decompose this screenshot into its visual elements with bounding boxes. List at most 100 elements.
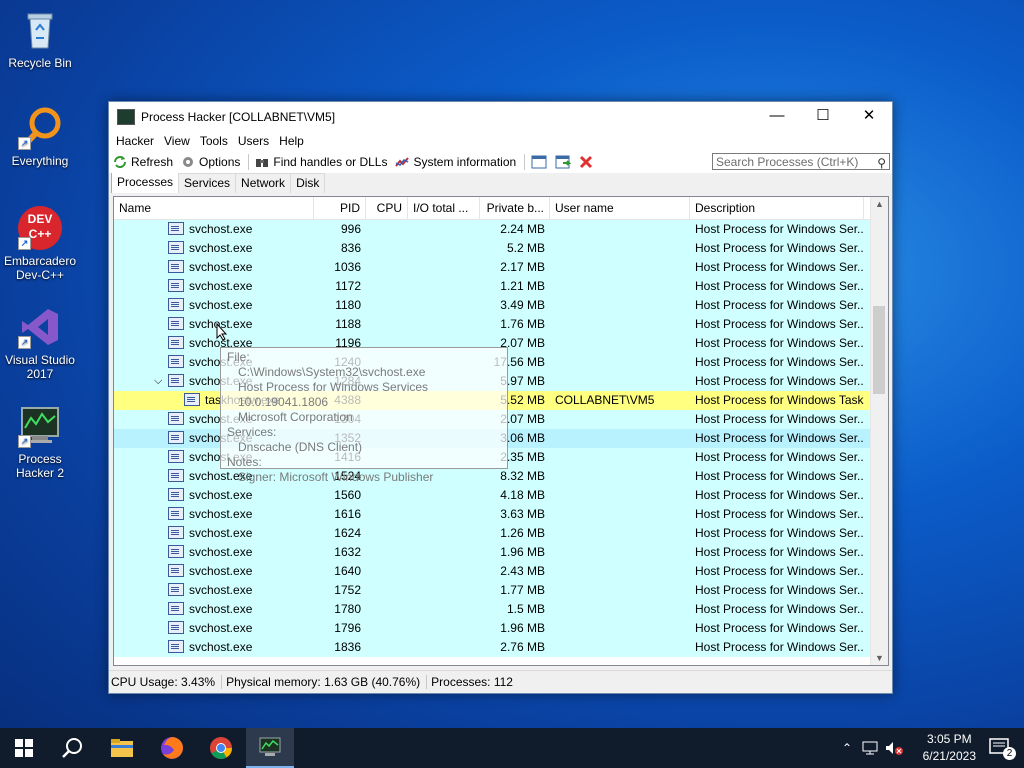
desktop-icon-visual-studio[interactable]: ↗ Visual Studio 2017: [0, 305, 80, 381]
scroll-down-icon[interactable]: ▼: [871, 653, 888, 663]
taskbar-chrome[interactable]: [197, 728, 245, 768]
options-button[interactable]: Options: [181, 155, 240, 169]
minimize-button[interactable]: —: [754, 102, 800, 131]
title-bar[interactable]: Process Hacker [COLLABNET\VM5] — ☐ ✕: [109, 102, 892, 131]
menu-tools[interactable]: Tools: [195, 134, 233, 148]
column-description[interactable]: Description: [690, 197, 864, 219]
system-information-button[interactable]: System information: [395, 155, 516, 169]
system-clock[interactable]: 3:05 PM 6/21/2023: [923, 731, 976, 765]
find-handles-button[interactable]: Find handles or DLLs: [255, 155, 387, 169]
menu-hacker[interactable]: Hacker: [111, 134, 159, 148]
devcpp-icon-text: DEV C++: [27, 212, 53, 241]
maximize-button[interactable]: ☐: [800, 102, 846, 131]
io-total-cell: [408, 638, 480, 657]
network-icon[interactable]: [860, 728, 882, 768]
menu-users[interactable]: Users: [233, 134, 274, 148]
table-row[interactable]: svchost.exe 1180 3.49 MB Host Process for W…: [114, 296, 871, 315]
search-placeholder: Search Processes (Ctrl+K): [716, 155, 859, 169]
private-bytes-cell: 3.49 MB: [500, 298, 545, 312]
menu-help[interactable]: Help: [274, 134, 309, 148]
user-name-cell: [550, 505, 690, 524]
table-row[interactable]: svchost.exe 1632 1.96 MB Host Process for W…: [114, 543, 871, 562]
table-row[interactable]: svchost.exe 1560 4.18 MB Host Process for W…: [114, 486, 871, 505]
table-row[interactable]: svchost.exe 1036 2.17 MB Host Process for W…: [114, 258, 871, 277]
folder-icon: [111, 739, 133, 757]
open-window-icon[interactable]: [555, 155, 572, 169]
taskbar-process-hacker[interactable]: [246, 728, 294, 768]
process-icon: [168, 298, 184, 311]
refresh-button[interactable]: Refresh: [113, 155, 173, 169]
taskbar-firefox[interactable]: [148, 728, 196, 768]
tooltip-file-path: C:\Windows\System32\svchost.exe: [238, 365, 426, 379]
table-row[interactable]: svchost.exe 996 2.24 MB Host Process for Wi…: [114, 220, 871, 239]
cpu-cell: [366, 315, 408, 334]
cpu-cell: [366, 581, 408, 600]
user-name-cell: [550, 543, 690, 562]
tab-processes[interactable]: Processes: [111, 172, 180, 193]
process-name: svchost.exe: [189, 488, 253, 502]
process-icon: [168, 412, 184, 425]
tab-network[interactable]: Network: [235, 173, 292, 193]
pid-cell: 836: [340, 241, 361, 255]
user-name-cell: [550, 638, 690, 657]
start-button[interactable]: [0, 728, 48, 768]
process-icon: [168, 450, 184, 463]
taskbar-search-button[interactable]: [48, 728, 96, 768]
user-name-cell: [550, 467, 690, 486]
scrollbar-thumb[interactable]: [873, 306, 885, 394]
show-hidden-icons-chevron-icon[interactable]: ⌃: [838, 728, 856, 768]
process-icon: [168, 564, 184, 577]
description-cell: Host Process for Windows Ser...: [695, 431, 864, 445]
process-name: svchost.exe: [189, 640, 253, 654]
pid-cell: 1640: [334, 564, 361, 578]
process-name-cell: svchost.exe: [114, 524, 314, 543]
cpu-cell: [366, 638, 408, 657]
table-row[interactable]: svchost.exe 1752 1.77 MB Host Process for W…: [114, 581, 871, 600]
desktop-icon-recycle-bin[interactable]: Recycle Bin: [0, 8, 80, 70]
description-cell: Host Process for Windows Ser...: [695, 621, 864, 635]
table-row[interactable]: svchost.exe 1640 2.43 MB Host Process for W…: [114, 562, 871, 581]
taskbar-file-explorer[interactable]: [98, 728, 146, 768]
menu-view[interactable]: View: [159, 134, 195, 148]
search-processes-input[interactable]: Search Processes (Ctrl+K) ⚲: [712, 153, 890, 170]
terminate-icon[interactable]: [579, 155, 593, 169]
table-row[interactable]: svchost.exe 1616 3.63 MB Host Process for W…: [114, 505, 871, 524]
column-pid[interactable]: PID: [314, 197, 366, 219]
vertical-scrollbar[interactable]: ▲ ▼: [870, 197, 888, 665]
find-handles-label: Find handles or DLLs: [273, 155, 388, 169]
process-name: svchost.exe: [189, 583, 253, 597]
private-bytes-cell: 1.76 MB: [500, 317, 545, 331]
column-user-name[interactable]: User name: [550, 197, 690, 219]
notification-center-button[interactable]: 2: [976, 728, 1024, 768]
cpu-cell: [366, 505, 408, 524]
tab-services[interactable]: Services: [178, 173, 237, 193]
visual-studio-icon: ↗: [18, 305, 62, 349]
column-name[interactable]: Name: [114, 197, 314, 219]
io-total-cell: [408, 239, 480, 258]
desktop-icon-process-hacker[interactable]: ↗ Process Hacker 2: [0, 404, 80, 480]
scroll-up-icon[interactable]: ▲: [871, 199, 888, 209]
process-name-cell: svchost.exe: [114, 562, 314, 581]
desktop-icon-devcpp[interactable]: DEV C++ ↗ Embarcadero Dev-C++: [0, 206, 80, 282]
table-row[interactable]: svchost.exe 1780 1.5 MB Host Process for Wi…: [114, 600, 871, 619]
process-icon: [168, 374, 184, 387]
column-cpu[interactable]: CPU: [366, 197, 408, 219]
show-window-icon[interactable]: [531, 155, 547, 169]
table-row[interactable]: svchost.exe 1624 1.26 MB Host Process for W…: [114, 524, 871, 543]
private-bytes-cell: 1.5 MB: [506, 602, 545, 616]
table-row[interactable]: svchost.exe 836 5.2 MB Host Process for Win…: [114, 239, 871, 258]
table-row[interactable]: svchost.exe 1172 1.21 MB Host Process for W…: [114, 277, 871, 296]
tab-disk[interactable]: Disk: [290, 173, 326, 193]
chevron-down-icon[interactable]: ⌵: [154, 372, 162, 391]
process-name: svchost.exe: [189, 564, 253, 578]
tab-strip: Processes Services Network Disk: [109, 172, 892, 193]
table-row[interactable]: svchost.exe 1836 2.76 MB Host Process for W…: [114, 638, 871, 657]
status-physical-memory: Physical memory: 1.63 GB (40.76%): [224, 675, 428, 689]
close-button[interactable]: ✕: [846, 102, 892, 131]
volume-muted-icon[interactable]: [884, 728, 906, 768]
table-row[interactable]: svchost.exe 1796 1.96 MB Host Process for W…: [114, 619, 871, 638]
desktop-icon-everything[interactable]: ↗ Everything: [0, 106, 80, 168]
column-private-bytes[interactable]: Private b...: [480, 197, 550, 219]
process-name-cell: svchost.exe: [114, 315, 314, 334]
column-io-total[interactable]: I/O total ...: [408, 197, 480, 219]
